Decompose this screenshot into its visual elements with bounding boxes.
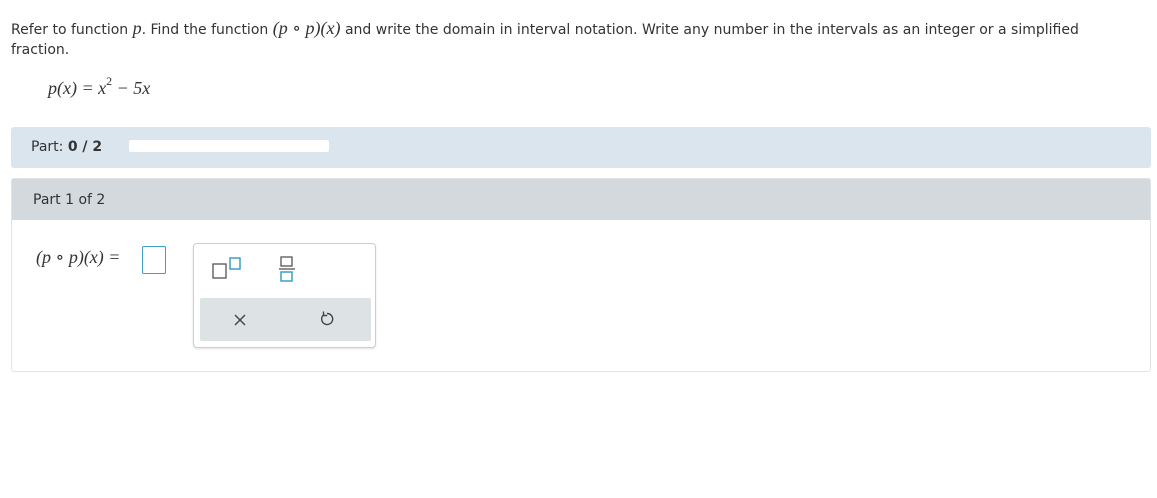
question-intro: Refer to function <box>11 22 129 38</box>
answer-label: (p ∘ p)(x) = <box>36 247 121 267</box>
progress-track <box>129 140 329 152</box>
composite-expression: (p ∘ p)(x) <box>272 18 341 38</box>
tool-actions <box>200 298 371 341</box>
fraction-icon <box>279 256 295 282</box>
fraction-button[interactable] <box>276 254 298 284</box>
exponent-button[interactable] <box>210 256 246 282</box>
question-after-p: . Find the function <box>141 22 269 38</box>
undo-icon <box>320 311 334 326</box>
given-rhs: − 5x <box>112 78 151 98</box>
function-name: p <box>132 18 142 38</box>
undo-button[interactable] <box>317 309 337 329</box>
clear-icon <box>234 314 246 326</box>
given-function: p(x) = x2 − 5x <box>48 74 151 99</box>
clear-button[interactable] <box>230 310 250 330</box>
given-exponent: 2 <box>106 74 113 88</box>
part-count: 0 / 2 <box>67 139 103 155</box>
part-progress-bar: Part: 0 / 2 <box>11 127 1151 168</box>
math-tool-palette <box>193 243 376 348</box>
given-lhs: p(x) = x <box>48 78 107 98</box>
part-header-label: Part 1 of 2 <box>33 192 106 208</box>
part-panel: Part 1 of 2 (p ∘ p)(x) = <box>11 178 1151 372</box>
question-text: Refer to function p. Find the function (… <box>11 18 1131 60</box>
part-label: Part: <box>31 139 64 155</box>
part-header: Part 1 of 2 <box>12 179 1150 220</box>
answer-input[interactable] <box>142 246 166 274</box>
part-progress-label: Part: 0 / 2 <box>31 139 102 155</box>
exponent-icon <box>212 257 241 279</box>
